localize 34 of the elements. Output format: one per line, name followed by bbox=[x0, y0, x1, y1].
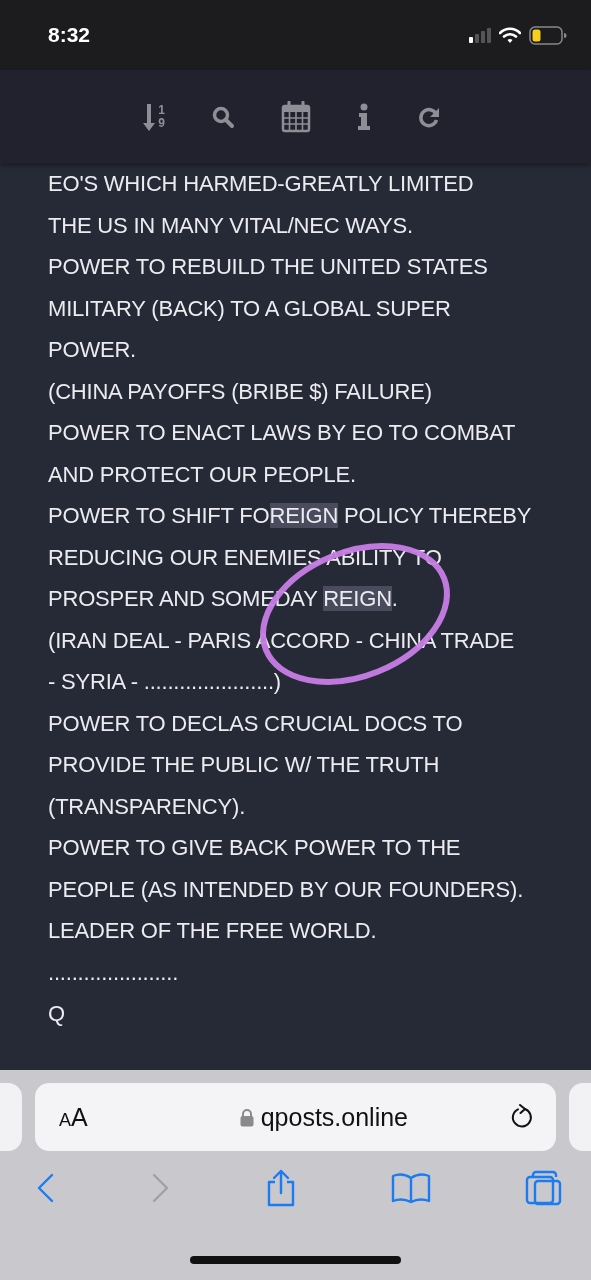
post-text-line: LEADER OF THE FREE WORLD. bbox=[48, 917, 377, 945]
post-text-line: EO'S WHICH HARMED-GREATLY LIMITED bbox=[48, 170, 474, 198]
search-button[interactable] bbox=[210, 104, 235, 129]
post-text-line: PROVIDE THE PUBLIC W/ THE TRUTH bbox=[48, 751, 440, 779]
bookmarks-button[interactable] bbox=[390, 1172, 431, 1204]
info-button[interactable] bbox=[356, 102, 371, 131]
address-bar[interactable]: AA qposts.online bbox=[35, 1083, 556, 1151]
post-text-line: THE US IN MANY VITAL/NEC WAYS. bbox=[48, 211, 413, 240]
url-text: qposts.online bbox=[260, 1102, 408, 1132]
post-text-line: (TRANSPARENCY). bbox=[48, 792, 246, 821]
post-text-line: Q bbox=[48, 1000, 65, 1028]
signal-icon bbox=[469, 27, 491, 43]
battery-icon bbox=[529, 25, 567, 45]
text-size-button[interactable]: AA bbox=[59, 1102, 88, 1132]
tabs-button[interactable] bbox=[525, 1170, 563, 1206]
status-time: 8:32 bbox=[48, 23, 91, 47]
post-text-line: ...................... bbox=[48, 958, 179, 987]
post-text-line: POWER TO SHIFT FOREIGN POLICY THEREBY bbox=[48, 502, 532, 530]
lock-icon bbox=[239, 1107, 254, 1127]
post-text-line: AND PROTECT OUR PEOPLE. bbox=[48, 460, 356, 489]
post-text-line: POWER TO GIVE BACK POWER TO THE bbox=[48, 834, 461, 862]
wifi-icon bbox=[499, 26, 521, 44]
post-text-line: - SYRIA - ......................) bbox=[48, 668, 281, 696]
reload-icon[interactable] bbox=[510, 1104, 534, 1130]
post-text-line: PEOPLE (AS INTENDED BY OUR FOUNDERS). bbox=[48, 875, 524, 904]
post-text-line: POWER TO REBUILD THE UNITED STATES bbox=[48, 253, 488, 281]
post-text-line: (CHINA PAYOFFS (BRIBE $) FAILURE) bbox=[48, 377, 432, 406]
back-button[interactable] bbox=[36, 1173, 56, 1203]
post-text-line: POWER TO DECLAS CRUCIAL DOCS TO bbox=[48, 709, 463, 738]
post-text-line: MILITARY (BACK) TO A GLOBAL SUPER bbox=[48, 294, 451, 323]
calendar-button[interactable] bbox=[280, 100, 311, 133]
sort-numeric-button[interactable]: 1 9 bbox=[142, 101, 165, 132]
post-text-line: POWER. bbox=[48, 336, 137, 364]
post-text-line: POWER TO ENACT LAWS BY EO TO COMBAT bbox=[48, 419, 516, 447]
